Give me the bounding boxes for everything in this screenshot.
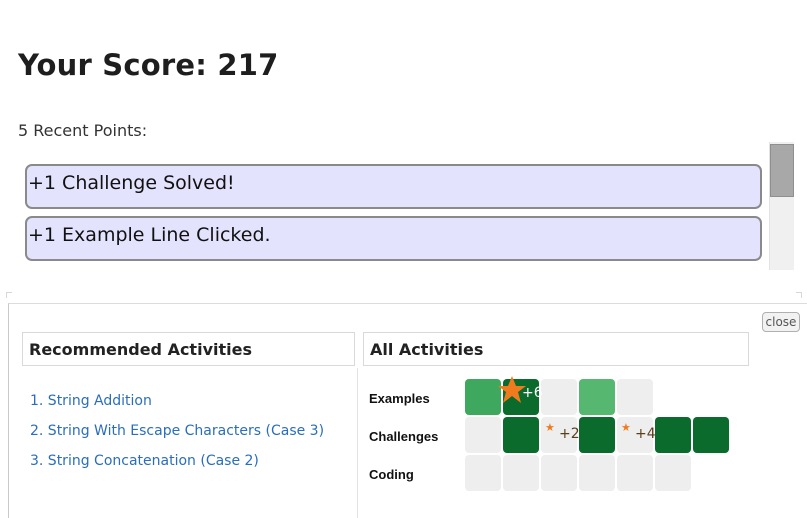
- coding-cell-5[interactable]: [617, 455, 653, 491]
- star-icon: ★: [621, 422, 631, 434]
- points-scrollbar[interactable]: [769, 142, 794, 270]
- column-divider: [357, 368, 358, 518]
- coding-cell-1[interactable]: [465, 455, 501, 491]
- point-item-challenge: +1 Challenge Solved!: [25, 164, 762, 209]
- recent-points-list: +1 Challenge Solved! +1 Example Line Cli…: [25, 164, 763, 268]
- scrollbar-thumb[interactable]: [770, 144, 794, 197]
- panel-corner-right: [796, 292, 802, 298]
- recommended-list: 1. String Addition 2. String With Escape…: [30, 391, 324, 481]
- row-label-coding: Coding: [369, 467, 414, 482]
- recent-points-label: 5 Recent Points:: [18, 121, 148, 140]
- challenges-cell-4[interactable]: [579, 417, 615, 453]
- challenges-cell-1[interactable]: [465, 417, 501, 453]
- all-activities-header: All Activities: [363, 332, 749, 366]
- row-label-challenges: Challenges: [369, 429, 439, 444]
- panel-corner-left: [6, 292, 12, 298]
- examples-cell-3[interactable]: [541, 379, 577, 415]
- score-title: Your Score: 217: [18, 48, 279, 82]
- star-icon: ★: [545, 422, 555, 434]
- coding-cell-6[interactable]: [655, 455, 691, 491]
- challenges-cell-6[interactable]: [655, 417, 691, 453]
- challenges-badge-text-1: +2: [559, 426, 580, 442]
- challenges-badge-text-2: +4: [635, 426, 656, 442]
- coding-cell-4[interactable]: [579, 455, 615, 491]
- examples-cell-4[interactable]: [579, 379, 615, 415]
- examples-cell-5[interactable]: [617, 379, 653, 415]
- coding-cell-3[interactable]: [541, 455, 577, 491]
- recommended-activities-header: Recommended Activities: [22, 332, 355, 366]
- recommended-link-escape-characters[interactable]: 2. String With Escape Characters (Case 3…: [30, 421, 324, 451]
- examples-badge-text: +6: [522, 385, 543, 401]
- challenges-cell-2[interactable]: [503, 417, 539, 453]
- point-item-example: +1 Example Line Clicked.: [25, 216, 762, 261]
- recommended-link-string-concatenation[interactable]: 3. String Concatenation (Case 2): [30, 451, 324, 481]
- coding-cell-2[interactable]: [503, 455, 539, 491]
- examples-cell-1[interactable]: [465, 379, 501, 415]
- challenges-cell-7[interactable]: [693, 417, 729, 453]
- recommended-link-string-addition[interactable]: 1. String Addition: [30, 391, 324, 421]
- close-button[interactable]: close: [762, 312, 800, 332]
- row-label-examples: Examples: [369, 391, 430, 406]
